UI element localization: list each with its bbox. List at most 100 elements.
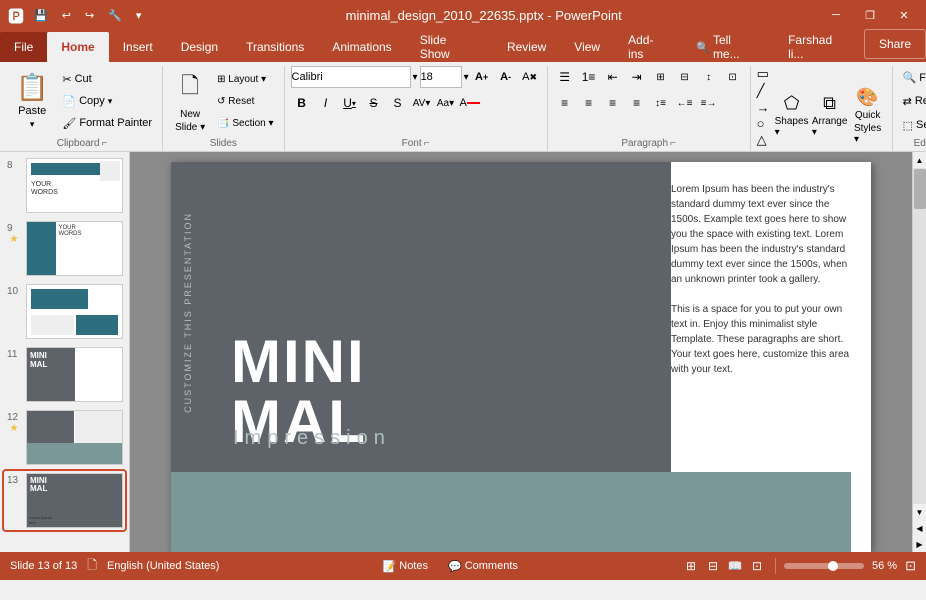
- arrange-button[interactable]: ⧉ Arrange ▾: [812, 87, 848, 145]
- tab-view[interactable]: View: [560, 32, 614, 62]
- tab-review[interactable]: Review: [493, 32, 560, 62]
- bold-btn[interactable]: B: [291, 92, 313, 114]
- slide-item-8[interactable]: 8 YOURWORDS: [4, 156, 125, 215]
- shape-line[interactable]: ╱: [757, 83, 765, 99]
- copy-button[interactable]: 📄 Copy ▾: [58, 90, 156, 112]
- shape-oval[interactable]: ○: [757, 116, 765, 131]
- increase-indent-btn[interactable]: ⇥: [626, 66, 648, 88]
- columns-btn[interactable]: ⊟: [674, 66, 696, 88]
- paste-button[interactable]: 📋 Paste ▾: [8, 72, 56, 130]
- bullets-btn[interactable]: ☰: [554, 66, 576, 88]
- tab-file[interactable]: File: [0, 32, 47, 62]
- tab-home[interactable]: Home: [47, 32, 108, 62]
- tab-insert[interactable]: Insert: [109, 32, 167, 62]
- slide-item-9[interactable]: 9 ★ YOURWORDS: [4, 219, 125, 278]
- tab-slideshow[interactable]: Slide Show: [406, 32, 493, 62]
- clear-format-btn[interactable]: A✖: [519, 66, 541, 88]
- italic-btn[interactable]: I: [315, 92, 337, 114]
- tab-transitions[interactable]: Transitions: [232, 32, 318, 62]
- tab-tellme[interactable]: 🔍 Tell me...: [682, 32, 774, 62]
- new-slide-button[interactable]: 🗋 New Slide ▾: [169, 72, 211, 130]
- font-size-input[interactable]: [420, 66, 462, 88]
- scroll-down-btn[interactable]: ▼: [913, 504, 926, 520]
- language-indicator[interactable]: English (United States): [107, 560, 220, 572]
- close-btn[interactable]: ✕: [890, 5, 918, 25]
- tab-animations[interactable]: Animations: [318, 32, 405, 62]
- format-painter-button[interactable]: 🖌 Format Painter: [58, 112, 156, 134]
- section-button[interactable]: 📑 Section ▾: [213, 112, 277, 134]
- scroll-thumb[interactable]: [914, 169, 926, 209]
- slide-subtitle[interactable]: Impression: [233, 427, 391, 450]
- line-spacing-btn[interactable]: ↕≡: [650, 92, 672, 114]
- shape-rect[interactable]: ▭: [757, 66, 769, 82]
- restore-btn[interactable]: ❐: [856, 5, 884, 25]
- reading-view-btn[interactable]: 📖: [725, 556, 745, 576]
- slide-info-icon[interactable]: 🗋: [87, 556, 97, 577]
- zoom-thumb[interactable]: [828, 561, 838, 571]
- redo-qat-btn[interactable]: ↪: [81, 7, 98, 24]
- smartart-btn[interactable]: ⊞: [650, 66, 672, 88]
- slideshow-btn[interactable]: ⊡: [747, 556, 767, 576]
- numbering-btn[interactable]: 1≡: [578, 66, 600, 88]
- text-direction-btn[interactable]: ↕: [698, 66, 720, 88]
- slide-right-text[interactable]: Lorem Ipsum has been the industry's stan…: [671, 182, 861, 377]
- font-name-dropdown[interactable]: ▾: [413, 72, 418, 83]
- shape-arrow[interactable]: →: [757, 100, 770, 115]
- ltr-btn[interactable]: ≡→: [698, 92, 720, 114]
- select-button[interactable]: ⬚ Select -: [899, 114, 926, 136]
- minimize-btn[interactable]: ─: [822, 5, 850, 25]
- char-spacing-btn[interactable]: AV▾: [411, 92, 433, 114]
- decrease-size-btn[interactable]: A-: [495, 66, 517, 88]
- underline-btn[interactable]: U▾: [339, 92, 361, 114]
- tab-addins[interactable]: Add-ins: [614, 32, 682, 62]
- slide-item-10[interactable]: 10: [4, 282, 125, 341]
- align-center-btn[interactable]: ≡: [578, 92, 600, 114]
- save-qat-btn[interactable]: 💾: [30, 7, 52, 24]
- text-align-btn[interactable]: ⊡: [722, 66, 744, 88]
- slide-canvas[interactable]: CUSTOMIZE THIS PRESENTATION MINIMAL Impr…: [171, 162, 871, 552]
- layout-button[interactable]: ⊞ Layout ▾: [213, 68, 277, 90]
- increase-size-btn[interactable]: A+: [471, 66, 493, 88]
- font-color-btn[interactable]: A: [459, 92, 481, 114]
- normal-view-btn[interactable]: ⊞: [681, 556, 701, 576]
- font-case-btn[interactable]: Aa▾: [435, 92, 457, 114]
- undo-qat-btn[interactable]: ↩: [58, 7, 75, 24]
- font-name-input[interactable]: [291, 66, 411, 88]
- align-left-btn[interactable]: ≡: [554, 92, 576, 114]
- quick-styles-button[interactable]: 🎨 Quick Styles ▾: [850, 87, 886, 145]
- decrease-indent-btn[interactable]: ⇤: [602, 66, 624, 88]
- font-expand-icon[interactable]: ⌐: [424, 138, 430, 149]
- scroll-right-btn[interactable]: ▶: [913, 536, 926, 552]
- strikethrough-btn[interactable]: S: [363, 92, 385, 114]
- paragraph-expand-icon[interactable]: ⌐: [670, 138, 676, 149]
- scroll-up-btn[interactable]: ▲: [913, 152, 926, 168]
- slide-item-13[interactable]: 13 MINIMAL Lorem ipsum text: [4, 471, 125, 530]
- comments-btn[interactable]: 💬 Comments: [442, 558, 524, 575]
- rtl-btn[interactable]: ←≡: [674, 92, 696, 114]
- paste-dropdown[interactable]: ▾: [30, 119, 35, 130]
- notes-btn[interactable]: 📝 Notes: [377, 558, 434, 575]
- tab-user[interactable]: Farshad li...: [774, 32, 864, 62]
- slide-item-11[interactable]: 11 MINIMAL text here: [4, 345, 125, 404]
- more-qat-btn[interactable]: ▾: [132, 7, 146, 24]
- align-right-btn[interactable]: ≡: [602, 92, 624, 114]
- find-button[interactable]: 🔍 Find ▾: [899, 66, 926, 88]
- tab-share[interactable]: Share: [864, 29, 926, 59]
- customize-qat-btn[interactable]: 🔧: [104, 7, 126, 24]
- cut-button[interactable]: ✂ Cut: [58, 68, 156, 90]
- shadow-btn[interactable]: S: [387, 92, 409, 114]
- shapes-button[interactable]: ⬠ Shapes ▾: [774, 87, 810, 145]
- scroll-track[interactable]: [913, 168, 926, 504]
- font-size-dropdown[interactable]: ▾: [464, 72, 469, 83]
- scroll-left-btn[interactable]: ◀: [913, 520, 926, 536]
- slide-sorter-btn[interactable]: ⊟: [703, 556, 723, 576]
- fit-to-window-btn[interactable]: ⊡: [905, 558, 916, 574]
- copy-dropdown[interactable]: ▾: [108, 96, 113, 107]
- clipboard-expand-icon[interactable]: ⌐: [102, 138, 108, 149]
- replace-button[interactable]: ⇄ Replace: [899, 90, 926, 112]
- zoom-slider[interactable]: [784, 563, 864, 569]
- reset-button[interactable]: ↺ Reset: [213, 90, 277, 112]
- tab-design[interactable]: Design: [167, 32, 232, 62]
- shape-triangle[interactable]: △: [757, 132, 767, 148]
- justify-btn[interactable]: ≡: [626, 92, 648, 114]
